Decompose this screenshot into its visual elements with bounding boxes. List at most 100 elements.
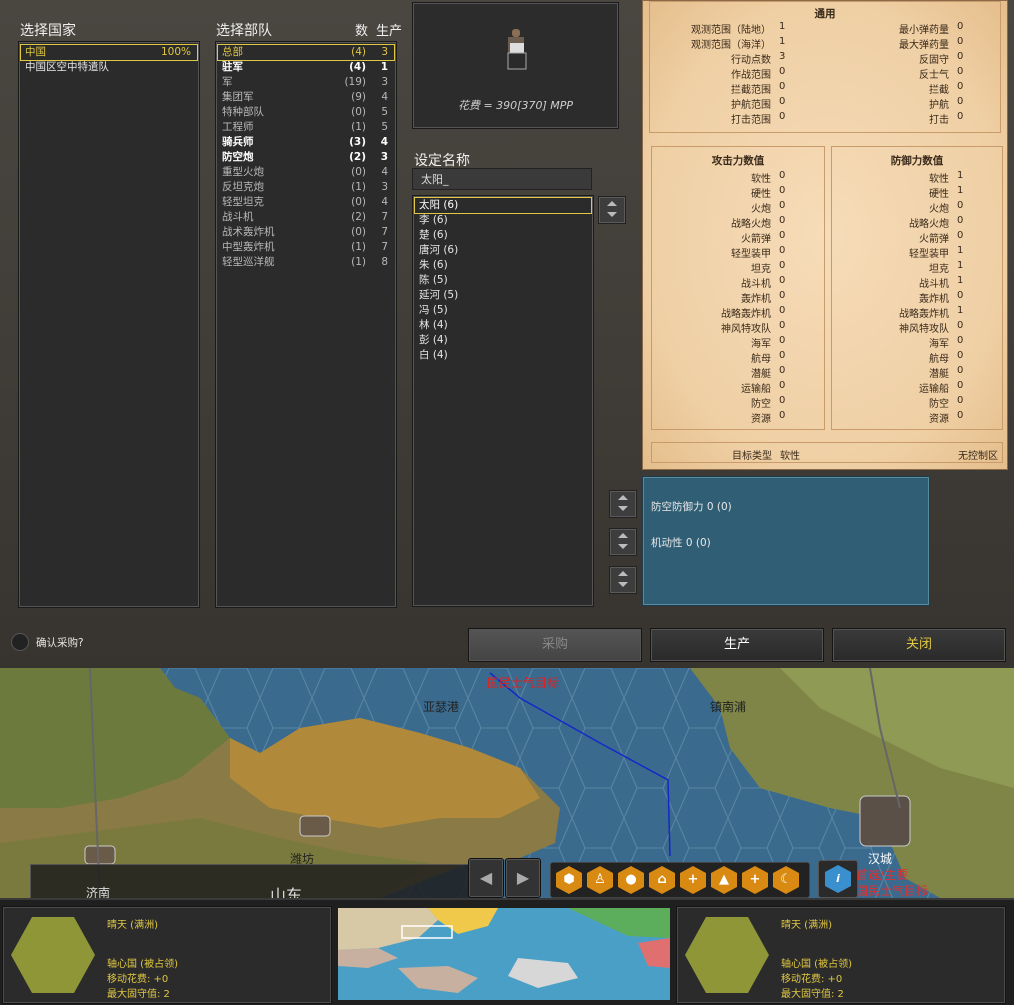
defense-title: 防御力数值	[890, 155, 944, 167]
unit-item[interactable]: 轻型坦克 (0) 4	[218, 195, 394, 210]
unit-item-count: (0)	[351, 196, 366, 208]
arrow-up-icon	[618, 571, 628, 576]
name-item[interactable]: 李 (6)	[415, 213, 591, 228]
tile-entrench: 最大固守值: 2	[107, 989, 170, 1000]
attack-stat-value: 0	[779, 335, 786, 346]
name-item[interactable]: 唐河 (6)	[415, 243, 591, 258]
arrow-up-icon	[618, 495, 628, 500]
country-item[interactable]: 中国 100%	[20, 44, 198, 61]
unit-item[interactable]: 战术轰炸机 (0) 7	[218, 225, 394, 240]
name-item[interactable]: 延河 (5)	[415, 288, 591, 303]
unit-item[interactable]: 军 (19) 3	[218, 75, 394, 90]
tile-move-cost: 移动花费: +0	[107, 974, 169, 985]
attack-stat-label: 运输船	[741, 384, 771, 395]
attack-stat-value: 0	[779, 245, 786, 256]
unit-item-prod: 7	[381, 226, 388, 238]
unit-name-input[interactable]: 太阳_	[412, 168, 592, 190]
unit-item[interactable]: 防空炮 (2) 3	[218, 150, 394, 165]
minimap[interactable]	[338, 908, 670, 1000]
unit-item[interactable]: 战斗机 (2) 7	[218, 210, 394, 225]
general-stat-label: 打击范围	[731, 115, 771, 126]
unit-item[interactable]: 特种部队 (0) 5	[218, 105, 394, 120]
attack-stat-value: 0	[779, 260, 786, 271]
close-button[interactable]: 关闭	[832, 628, 1006, 662]
produce-button[interactable]: 生产	[650, 628, 824, 662]
name-item[interactable]: 林 (4)	[415, 318, 591, 333]
prev-unit-button[interactable]: ◀	[468, 858, 504, 898]
unit-item[interactable]: 轻型巡洋舰 (1) 8	[218, 255, 394, 270]
name-item[interactable]: 陈 (5)	[415, 273, 591, 288]
unit-portrait-icon	[507, 29, 527, 70]
general-stat-right-value: 0	[957, 21, 964, 32]
unit-item-count: (9)	[351, 91, 366, 103]
unit-item[interactable]: 反坦克炮 (1) 3	[218, 180, 394, 195]
unit-item[interactable]: 驻军 (4) 1	[218, 60, 394, 75]
zoc-label: 无控制区	[958, 451, 998, 462]
info-button[interactable]: i	[818, 860, 858, 898]
unit-item-prod: 4	[380, 136, 388, 148]
name-item[interactable]: 太阳 (6)	[414, 197, 592, 214]
unit-item[interactable]: 中型轰炸机 (1) 7	[218, 240, 394, 255]
defense-stat-value: 0	[957, 335, 964, 346]
attack-stat-value: 0	[779, 380, 786, 391]
name-item[interactable]: 朱 (6)	[415, 258, 591, 273]
map-objective-primary: 首选/主要	[856, 868, 909, 882]
name-item[interactable]: 白 (4)	[415, 348, 591, 363]
defense-stat-value: 0	[957, 320, 964, 331]
map-label-jinan: 济南	[86, 886, 111, 898]
unit-item-count: (0)	[351, 106, 366, 118]
aa-upgrade-button[interactable]	[609, 490, 637, 518]
general-stat-right-value: 0	[957, 51, 964, 62]
attack-stat-label: 软性	[751, 174, 771, 185]
attack-stat-label: 战斗机	[741, 279, 771, 290]
next-unit-button[interactable]: ▶	[505, 858, 541, 898]
unit-item-prod: 3	[381, 76, 388, 88]
unit-item[interactable]: 重型火炮 (0) 4	[218, 165, 394, 180]
unit-item[interactable]: 总部 (4) 3	[217, 44, 395, 61]
name-list[interactable]: 太阳 (6) 李 (6) 楚 (6) 唐河 (6) 朱 (6) 陈 (5) 延河 (5) 冯 …	[412, 195, 594, 607]
defense-stat-value: 0	[957, 230, 964, 241]
name-item[interactable]: 楚 (6)	[415, 228, 591, 243]
target-type-box: 目标类型 软性 无控制区	[651, 442, 1003, 463]
name-item[interactable]: 冯 (5)	[415, 303, 591, 318]
attack-stat-value: 0	[779, 410, 786, 421]
unit-item-label: 战术轰炸机	[222, 226, 275, 238]
confirm-purchase-radio[interactable]	[11, 633, 29, 651]
unit-item[interactable]: 工程师 (1) 5	[218, 120, 394, 135]
general-stat-value: 3	[779, 51, 786, 62]
unit-item-label: 驻军	[222, 61, 243, 73]
attack-stat-label: 火箭弹	[741, 234, 771, 245]
unit-item-label: 重型火炮	[222, 166, 264, 178]
general-stat-right-label: 最小弹药量	[899, 25, 949, 36]
unit-item-label: 中型轰炸机	[222, 241, 275, 253]
attack-stat-value: 0	[779, 185, 786, 196]
attack-stats-box: 攻击力数值	[651, 146, 825, 430]
unit-item-count: (1)	[351, 121, 366, 133]
country-list[interactable]: 中国 100% 中国区空中特遣队	[18, 41, 200, 608]
name-item[interactable]: 彭 (4)	[415, 333, 591, 348]
unit-item-prod: 7	[381, 241, 388, 253]
target-type-value: 软性	[780, 451, 800, 462]
general-stat-value: 0	[779, 66, 786, 77]
country-item[interactable]: 中国区空中特遣队	[21, 60, 197, 75]
unit-list[interactable]: 总部 (4) 3 驻军 (4) 1 军 (19) 3 集团军 (9) 4 特种部队 (0) 5 工程师 (1) 5…	[215, 41, 397, 608]
name-scroll-button[interactable]	[598, 196, 626, 224]
unit-stats-panel: 通用 攻击力数值 防御力数值 目标类型 软性 无控制区 观测范围（陆地） 1 观测范…	[642, 0, 1008, 470]
col-prod-header: 生产	[376, 24, 403, 39]
defense-stat-value: 0	[957, 410, 964, 421]
cost-text: 花费 = 390[370] MPP	[457, 99, 574, 112]
attack-title: 攻击力数值	[711, 155, 765, 167]
unit-item-label: 集团军	[222, 91, 254, 103]
buy-button[interactable]: 采购	[468, 628, 642, 662]
mobility-upgrade-button[interactable]	[609, 528, 637, 556]
unit-item[interactable]: 集团军 (9) 4	[218, 90, 394, 105]
general-stat-right-label: 护航	[929, 100, 949, 111]
attack-stat-label: 神风特攻队	[721, 324, 771, 335]
defense-stat-label: 硬性	[929, 189, 949, 200]
upgrade-3-button[interactable]	[609, 566, 637, 594]
unit-item-prod: 1	[380, 61, 388, 73]
unit-item[interactable]: 骑兵师 (3) 4	[218, 135, 394, 150]
unit-item-prod: 3	[381, 46, 388, 58]
country-item-pct: 100%	[160, 46, 191, 58]
target-type-label: 目标类型	[732, 451, 772, 462]
